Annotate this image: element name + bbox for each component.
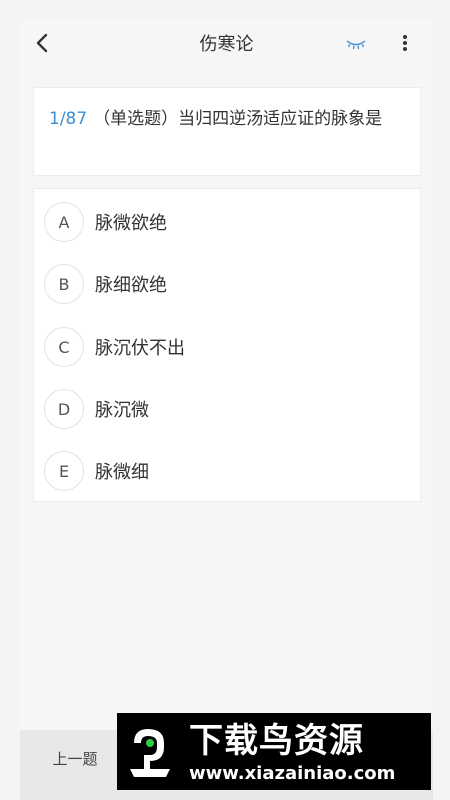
bird-logo-icon	[126, 721, 174, 781]
option-text: 脉细欲绝	[95, 275, 167, 296]
prev-question-button[interactable]: 上一题	[20, 730, 130, 786]
question-card: 1/87 （单选题）当归四逆汤适应证的脉象是	[33, 87, 421, 176]
option-d[interactable]: D 脉沉微	[44, 386, 414, 432]
option-e[interactable]: E 脉微细	[44, 448, 414, 494]
option-text: 脉沉微	[95, 400, 149, 421]
options-list: A 脉微欲绝 B 脉细欲绝 C 脉沉伏不出 D 脉沉微 E 脉微细	[33, 188, 421, 502]
more-button[interactable]	[394, 33, 416, 57]
more-vertical-icon	[402, 34, 408, 56]
watermark-url: www.xiazainiao.com	[189, 763, 396, 784]
watermark-title: 下载鸟资源	[189, 721, 364, 761]
option-letter: B	[44, 264, 84, 304]
eye-toggle-button[interactable]	[344, 35, 368, 55]
page-title: 伤寒论	[199, 34, 254, 55]
option-b[interactable]: B 脉细欲绝	[44, 261, 414, 307]
app-screen: 伤寒论 1/87 （单选题）当归四逆汤适应证的脉象是 A 脉微欲绝 B 脉细欲绝…	[20, 20, 433, 800]
question-text: （单选题）当归四逆汤适应证的脉象是	[93, 109, 383, 129]
watermark-overlay: 下载鸟资源 www.xiazainiao.com	[117, 713, 431, 790]
option-letter: A	[44, 202, 84, 242]
back-button[interactable]	[26, 29, 58, 61]
option-letter: E	[44, 451, 84, 491]
option-a[interactable]: A 脉微欲绝	[44, 199, 414, 245]
option-c[interactable]: C 脉沉伏不出	[44, 324, 414, 370]
eye-closed-icon	[345, 36, 367, 55]
option-text: 脉微细	[95, 462, 149, 483]
option-text: 脉沉伏不出	[95, 338, 185, 359]
option-letter: C	[44, 327, 84, 367]
question-index: 1/87	[49, 109, 88, 129]
option-text: 脉微欲绝	[95, 213, 167, 234]
header-bar: 伤寒论	[20, 20, 433, 70]
chevron-left-icon	[35, 33, 49, 57]
option-letter: D	[44, 389, 84, 429]
